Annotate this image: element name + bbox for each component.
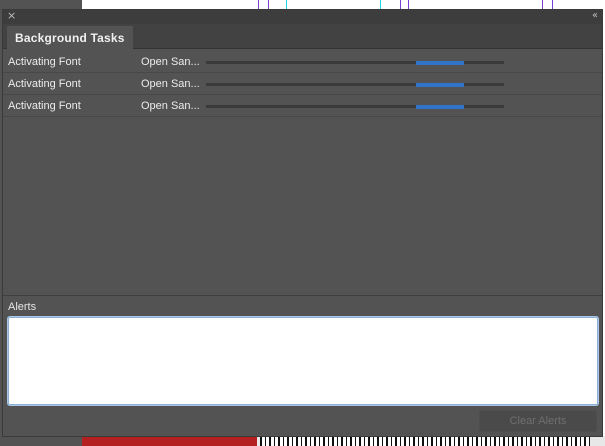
task-name: Activating Font xyxy=(8,100,81,112)
task-list: Activating Font Open San... Activating F… xyxy=(3,51,602,117)
clear-alerts-button[interactable]: Clear Alerts xyxy=(479,410,597,432)
document-art-red xyxy=(82,436,257,446)
task-progress-bar xyxy=(206,104,504,109)
task-row[interactable]: Activating Font Open San... xyxy=(3,73,602,95)
background-tasks-panel: × ‹‹ Background Tasks Activating Font Op… xyxy=(2,9,603,437)
panel-title-bar[interactable]: × ‹‹ xyxy=(3,9,602,24)
task-name: Activating Font xyxy=(8,78,81,90)
task-row[interactable]: Activating Font Open San... xyxy=(3,51,602,73)
task-progress-indicator xyxy=(416,104,464,109)
task-progress-bar xyxy=(206,60,504,65)
document-art-stripes xyxy=(260,436,590,446)
task-name: Activating Font xyxy=(8,56,81,68)
document-bottom-strip xyxy=(82,436,605,446)
task-detail: Open San... xyxy=(141,100,200,112)
task-detail: Open San... xyxy=(141,56,200,68)
collapse-icon[interactable]: ‹‹ xyxy=(592,9,598,23)
task-detail: Open San... xyxy=(141,78,200,90)
alerts-text-area[interactable] xyxy=(8,317,598,405)
task-progress-indicator xyxy=(416,82,464,87)
task-row[interactable]: Activating Font Open San... xyxy=(3,95,602,117)
task-progress-bar xyxy=(206,82,504,87)
alerts-label: Alerts xyxy=(8,301,37,313)
panel-divider xyxy=(3,295,602,296)
app-window: × ‹‹ Background Tasks Activating Font Op… xyxy=(0,0,605,446)
task-progress-indicator xyxy=(416,60,464,65)
panel-tab-strip: Background Tasks xyxy=(3,24,602,50)
tab-background-tasks[interactable]: Background Tasks xyxy=(7,26,133,50)
close-icon[interactable]: × xyxy=(7,9,16,23)
